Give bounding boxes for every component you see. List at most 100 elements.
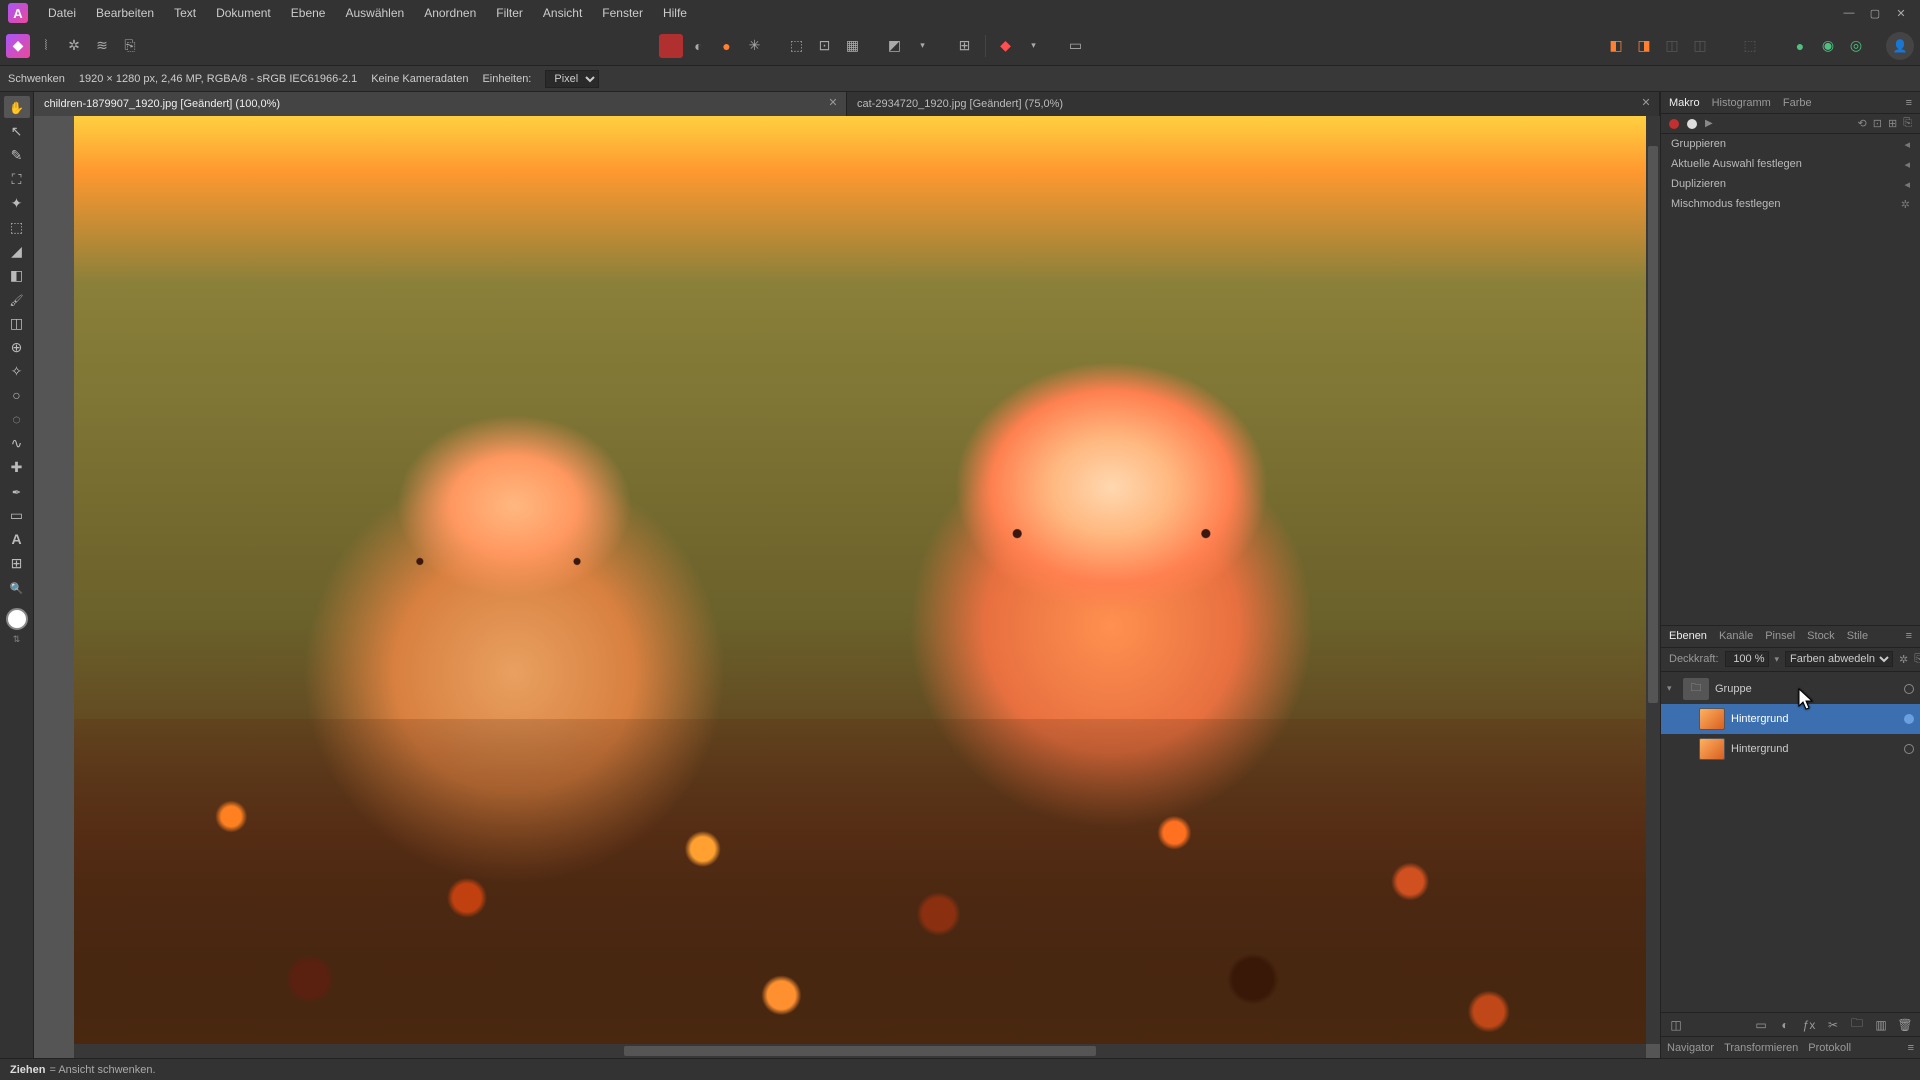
tab-ebenen[interactable]: Ebenen: [1667, 630, 1709, 642]
select-all-icon[interactable]: ⬚: [785, 34, 809, 58]
macro-play-icon[interactable]: ▶: [1705, 118, 1713, 129]
crop-layer-icon[interactable]: ✂: [1824, 1016, 1842, 1034]
invert-sel-icon[interactable]: ▦: [841, 34, 865, 58]
gear-icon[interactable]: ✲: [1899, 653, 1908, 666]
units-select[interactable]: Pixel: [545, 70, 599, 88]
macro-opt4-icon[interactable]: ⎘: [1903, 117, 1912, 130]
deselect-icon[interactable]: ⊡: [813, 34, 837, 58]
blur-tool-icon[interactable]: ◌: [4, 408, 30, 430]
mask-icon[interactable]: ◫: [1667, 1016, 1685, 1034]
flood-tool-icon[interactable]: ◢: [4, 240, 30, 262]
visibility-toggle[interactable]: [1904, 744, 1914, 754]
autolevels-icon[interactable]: ◐: [687, 34, 711, 58]
macro-opt2-icon[interactable]: ⊡: [1873, 117, 1882, 130]
macro-item[interactable]: Duplizieren◂: [1661, 174, 1920, 194]
menu-datei[interactable]: Datei: [38, 0, 86, 26]
blend-mode-select[interactable]: Farben abwedeln: [1785, 651, 1893, 667]
delete-layer-icon[interactable]: 🗑: [1896, 1016, 1914, 1034]
selection-tool-icon[interactable]: ✦: [4, 192, 30, 214]
macro-opt1-icon[interactable]: ⟲: [1858, 117, 1867, 130]
add-layer-icon[interactable]: ▥: [1872, 1016, 1890, 1034]
close-icon[interactable]: ✕: [826, 96, 840, 110]
tab-makro[interactable]: Makro: [1667, 97, 1702, 109]
move-tool-icon[interactable]: [4, 120, 30, 142]
text-tool-icon[interactable]: [4, 528, 30, 550]
tab-navigator[interactable]: Navigator: [1667, 1042, 1714, 1054]
dodge-tool-icon[interactable]: ○: [4, 384, 30, 406]
tab-kanaele[interactable]: Kanäle: [1717, 630, 1755, 642]
swap-colors-icon[interactable]: ⇅: [13, 634, 21, 645]
autowb-icon[interactable]: ✳: [743, 34, 767, 58]
user-account-icon[interactable]: 👤: [1886, 32, 1914, 60]
close-icon[interactable]: ✕: [1639, 96, 1653, 110]
erase-tool-icon[interactable]: ◫: [4, 312, 30, 334]
menu-ebene[interactable]: Ebene: [281, 0, 336, 26]
hand-tool-icon[interactable]: [4, 96, 30, 118]
lock-icon[interactable]: ⎘: [1914, 653, 1920, 666]
doc-tab-2[interactable]: cat-2934720_1920.jpg [Geändert] (75,0%) …: [847, 92, 1660, 116]
arrange-icon[interactable]: ⊞: [953, 34, 977, 58]
mesh-tool-icon[interactable]: ⊞: [4, 552, 30, 574]
layer-row[interactable]: Hintergrund: [1661, 704, 1920, 734]
marquee-tool-icon[interactable]: ⬚: [4, 216, 30, 238]
menu-bearbeiten[interactable]: Bearbeiten: [86, 0, 164, 26]
menu-dokument[interactable]: Dokument: [206, 0, 281, 26]
menu-text[interactable]: Text: [164, 0, 206, 26]
clone-tool-icon[interactable]: ⊕: [4, 336, 30, 358]
arrow-down-icon[interactable]: ▾: [911, 34, 935, 58]
macro-stop-icon[interactable]: [1687, 119, 1697, 129]
smudge-tool-icon[interactable]: ∿: [4, 432, 30, 454]
arrow-down-icon[interactable]: ▾: [1775, 654, 1780, 665]
layer-fx-icon[interactable]: ◧: [1604, 34, 1628, 58]
shape-tool-icon[interactable]: ▭: [4, 504, 30, 526]
menu-fenster[interactable]: Fenster: [592, 0, 653, 26]
maximize-button[interactable]: ▢: [1864, 4, 1886, 22]
tab-farbe[interactable]: Farbe: [1781, 97, 1814, 109]
paint-brush-tool-icon[interactable]: [4, 288, 30, 310]
foreground-color-swatch[interactable]: [6, 608, 28, 630]
adjustment-icon[interactable]: ◐: [1776, 1016, 1794, 1034]
inpaint-tool-icon[interactable]: ✧: [4, 360, 30, 382]
record-icon[interactable]: ◆: [994, 34, 1018, 58]
doc-tab-1[interactable]: children-1879907_1920.jpg [Geändert] (10…: [34, 92, 847, 116]
quickmask-icon[interactable]: ◩: [883, 34, 907, 58]
gradient-tool-icon[interactable]: ◧: [4, 264, 30, 286]
macro-item[interactable]: Gruppieren◂: [1661, 134, 1920, 154]
persona-photo-icon[interactable]: ◆: [6, 34, 30, 58]
canvas-image[interactable]: [74, 116, 1646, 1044]
group-icon[interactable]: 🗀: [1848, 1016, 1866, 1034]
tab-protokoll[interactable]: Protokoll: [1808, 1042, 1851, 1054]
tab-pinsel[interactable]: Pinsel: [1763, 630, 1797, 642]
tab-transformieren[interactable]: Transformieren: [1724, 1042, 1798, 1054]
visibility-toggle[interactable]: [1904, 714, 1914, 724]
menu-auswaehlen[interactable]: Auswählen: [335, 0, 414, 26]
color-picker-tool-icon[interactable]: ✎: [4, 144, 30, 166]
cloud-icon[interactable]: ●: [1788, 34, 1812, 58]
layer-row-group[interactable]: ▾ 🗀 Gruppe: [1661, 674, 1920, 704]
arrow-down-icon[interactable]: ▾: [1022, 34, 1046, 58]
autocolor-icon[interactable]: ●: [715, 34, 739, 58]
tab-histogramm[interactable]: Histogramm: [1710, 97, 1773, 109]
layer-row[interactable]: Hintergrund: [1661, 734, 1920, 764]
panel-menu-icon[interactable]: ≡: [1904, 97, 1914, 109]
menu-filter[interactable]: Filter: [486, 0, 533, 26]
visibility-toggle[interactable]: [1904, 684, 1914, 694]
scrollbar-horizontal[interactable]: [74, 1044, 1646, 1058]
persona-tone-icon[interactable]: ≋: [90, 34, 114, 58]
macro-item[interactable]: Aktuelle Auswahl festlegen◂: [1661, 154, 1920, 174]
macro-opt3-icon[interactable]: ⊞: [1888, 117, 1897, 130]
macro-item[interactable]: Mischmodus festlegen✲: [1661, 194, 1920, 214]
disclosure-icon[interactable]: ▾: [1667, 683, 1677, 694]
macro-record-icon[interactable]: [1669, 119, 1679, 129]
camera-icon[interactable]: ▭: [1064, 34, 1088, 58]
swatch-icon[interactable]: [659, 34, 683, 58]
fx-icon[interactable]: ƒx: [1800, 1016, 1818, 1034]
pen-tool-icon[interactable]: [4, 480, 30, 502]
add-mask-icon[interactable]: ▭: [1752, 1016, 1770, 1034]
menu-hilfe[interactable]: Hilfe: [653, 0, 697, 26]
tab-stock[interactable]: Stock: [1805, 630, 1837, 642]
panel-menu-icon[interactable]: ≡: [1904, 630, 1914, 642]
tab-stile[interactable]: Stile: [1845, 630, 1870, 642]
zoom-tool-icon[interactable]: [4, 576, 30, 598]
minimize-button[interactable]: —: [1838, 4, 1860, 22]
